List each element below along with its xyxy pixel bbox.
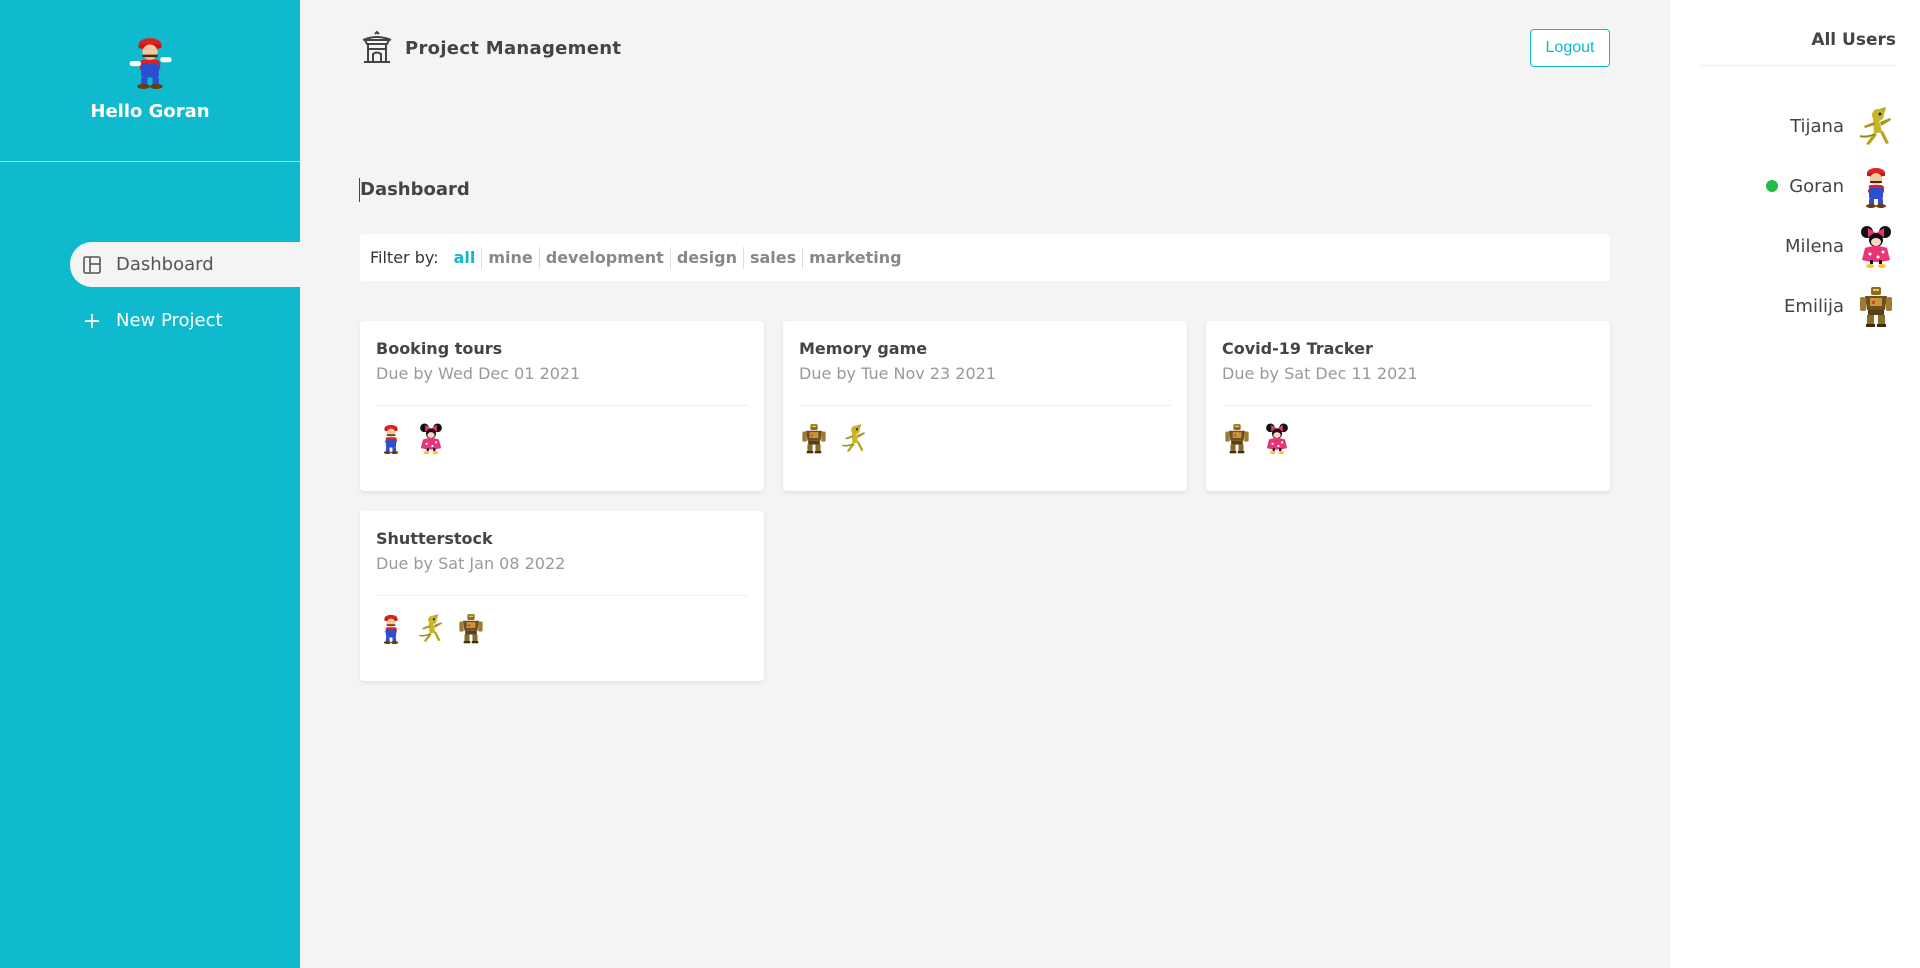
- page-title: Dashboard: [359, 178, 470, 202]
- mario-avatar-icon: [376, 612, 406, 644]
- sidebar-item-new-project[interactable]: New Project: [70, 298, 300, 343]
- greeting: Hello Goran: [90, 101, 210, 122]
- filter-option-marketing[interactable]: marketing: [802, 246, 907, 269]
- card-divider: [1222, 405, 1594, 406]
- user-list-item[interactable]: Goran: [1700, 164, 1896, 208]
- project-card[interactable]: Memory game Due by Tue Nov 23 2021: [783, 321, 1187, 491]
- filter-option-all[interactable]: all: [448, 247, 482, 269]
- app-title: Project Management: [405, 37, 622, 59]
- minnie-avatar-icon: [1856, 224, 1896, 268]
- lizard-avatar-icon: [416, 612, 446, 644]
- project-members: [1222, 422, 1594, 454]
- sidebar-item-label: Dashboard: [116, 254, 214, 275]
- robot-avatar-icon: [1222, 422, 1252, 454]
- project-due-date: Due by Tue Nov 23 2021: [799, 364, 996, 383]
- dashboard-icon: [82, 255, 102, 275]
- users-panel-title: All Users: [1700, 30, 1896, 66]
- user-name: Emilija: [1784, 295, 1844, 317]
- logout-button[interactable]: Logout: [1530, 29, 1610, 67]
- top-bar: Project Management Logout: [360, 28, 1610, 68]
- user-list-item[interactable]: Milena: [1700, 224, 1896, 268]
- mario-avatar-icon: [122, 33, 178, 89]
- current-user-block: Hello Goran: [0, 0, 300, 162]
- card-divider: [799, 405, 1171, 406]
- project-title: Memory game: [799, 339, 928, 358]
- card-divider: [376, 595, 748, 596]
- filter-option-design[interactable]: design: [669, 246, 743, 269]
- project-members: [376, 422, 748, 454]
- user-name: Goran: [1789, 175, 1844, 197]
- project-title: Covid-19 Tracker: [1222, 339, 1373, 358]
- project-members: [376, 612, 748, 644]
- card-divider: [376, 405, 748, 406]
- project-card[interactable]: Shutterstock Due by Sat Jan 08 2022: [360, 511, 764, 681]
- brand: Project Management: [360, 28, 621, 68]
- filter-option-mine[interactable]: mine: [481, 246, 538, 269]
- project-title: Booking tours: [376, 339, 503, 358]
- minnie-avatar-icon: [416, 422, 446, 454]
- project-card[interactable]: Booking tours Due by Wed Dec 01 2021: [360, 321, 764, 491]
- minnie-avatar-icon: [1262, 422, 1292, 454]
- mario-avatar-icon: [1856, 164, 1896, 208]
- user-name: Milena: [1784, 235, 1844, 257]
- robot-avatar-icon: [456, 612, 486, 644]
- filter-bar: Filter by: all mine development design s…: [360, 234, 1610, 281]
- main-content: Project Management Logout Dashboard Filt…: [300, 0, 1670, 968]
- project-members: [799, 422, 1171, 454]
- project-due-date: Due by Sat Jan 08 2022: [376, 554, 566, 573]
- sidebar: Hello Goran Dashboard New Project: [0, 0, 300, 968]
- user-name: Tijana: [1790, 115, 1844, 137]
- mario-avatar-icon: [376, 422, 406, 454]
- robot-avatar-icon: [799, 422, 829, 454]
- project-card[interactable]: Covid-19 Tracker Due by Sat Dec 11 2021: [1206, 321, 1610, 491]
- sidebar-item-dashboard[interactable]: Dashboard: [70, 242, 300, 287]
- user-list-item[interactable]: Tijana: [1700, 104, 1896, 148]
- project-due-date: Due by Sat Dec 11 2021: [1222, 364, 1418, 383]
- lizard-avatar-icon: [839, 422, 869, 454]
- project-title: Shutterstock: [376, 529, 493, 548]
- temple-icon: [360, 30, 394, 65]
- sidebar-nav: Dashboard New Project: [0, 242, 300, 343]
- avatar: [122, 33, 178, 89]
- plus-icon: [82, 311, 102, 331]
- project-due-date: Due by Wed Dec 01 2021: [376, 364, 581, 383]
- filter-option-sales[interactable]: sales: [742, 246, 802, 269]
- lizard-avatar-icon: [1856, 104, 1896, 148]
- users-panel: All Users Tijana Goran Milena Emilija: [1670, 0, 1920, 968]
- user-list-item[interactable]: Emilija: [1700, 284, 1896, 328]
- online-status-dot: [1766, 180, 1779, 192]
- sidebar-item-label: New Project: [116, 310, 223, 331]
- filter-option-development[interactable]: development: [538, 246, 670, 269]
- robot-avatar-icon: [1856, 284, 1896, 328]
- filter-label: Filter by:: [370, 248, 439, 267]
